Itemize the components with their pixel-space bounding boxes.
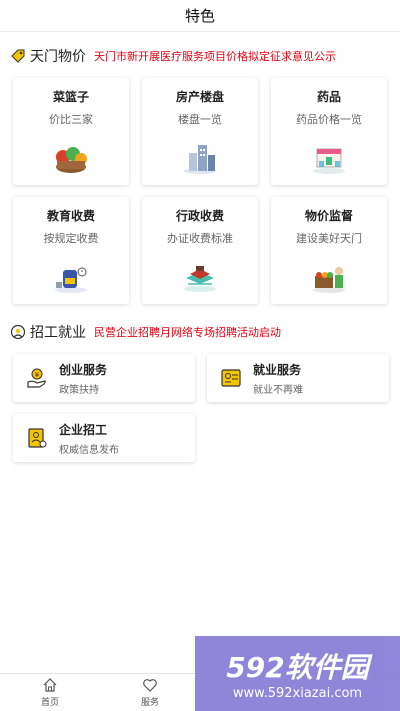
- card-subtitle: 就业不再难: [253, 384, 303, 396]
- card-title: 就业服务: [253, 362, 302, 377]
- card-title: 创业服务: [59, 362, 108, 377]
- card-subtitle: 政策扶持: [59, 384, 99, 396]
- card-text: 就业服务 就业不再难: [253, 361, 303, 396]
- card-subtitle: 办证收费标准: [167, 232, 233, 245]
- home-icon: [43, 678, 57, 692]
- svg-text:¥: ¥: [35, 371, 40, 379]
- card-text: 企业招工 权威信息发布: [59, 421, 119, 456]
- card-title: 菜篮子: [52, 90, 89, 104]
- tab-home[interactable]: 首页: [0, 674, 100, 711]
- card-title: 教育收费: [46, 209, 95, 223]
- card-enterprise-recruitment[interactable]: 企业招工 权威信息发布: [13, 414, 195, 462]
- card-subtitle: 按规定收费: [43, 232, 99, 245]
- watermark-url: www.592xiazai.com: [232, 686, 363, 701]
- card-title: 药品: [316, 90, 341, 104]
- market-stall-icon: [313, 267, 345, 293]
- card-subtitle: 药品价格一览: [296, 113, 362, 126]
- card-price-supervision[interactable]: 物价监督 建设美好天门: [271, 197, 387, 304]
- jobs-notice-link[interactable]: 民营企业招聘月网络专场招聘活动启动: [94, 324, 281, 340]
- tab-label: 首页: [40, 698, 59, 708]
- card-subtitle: 楼盘一览: [178, 113, 222, 126]
- watermark: 592软件园 www.592xiazai.com: [195, 636, 400, 711]
- card-title: 企业招工: [59, 422, 108, 437]
- card-administrative-fees[interactable]: 行政收费 办证收费标准: [142, 197, 258, 304]
- card-education-fees[interactable]: 教育收费 按规定收费: [13, 197, 129, 304]
- prices-section-title: 天门物价: [30, 49, 86, 65]
- card-subtitle: 权威信息发布: [59, 444, 119, 456]
- heart-icon: [143, 679, 157, 692]
- school-bag-icon: [55, 267, 87, 293]
- page-title: 特色: [184, 7, 215, 25]
- money-hand-icon: ¥: [27, 368, 46, 388]
- job-person-icon: [10, 324, 26, 340]
- card-medicine[interactable]: 药品 药品价格一览: [271, 78, 387, 185]
- card-real-estate[interactable]: 房产楼盘 楼盘一览: [142, 78, 258, 185]
- tab-label: 服务: [140, 698, 159, 708]
- jobs-section-title: 招工就业: [30, 325, 86, 341]
- card-subtitle: 建设美好天门: [296, 232, 362, 245]
- vegetable-basket-icon: [56, 147, 87, 173]
- card-title: 房产楼盘: [175, 90, 224, 104]
- prices-notice-link[interactable]: 天门市新开展医疗服务项目价格拟定征求意见公示: [94, 48, 336, 64]
- jobs-section-header: 招工就业 民营企业招聘月网络专场招聘活动启动: [0, 318, 400, 346]
- card-employment-service[interactable]: 就业服务 就业不再难: [207, 354, 389, 402]
- card-title: 物价监督: [304, 209, 353, 223]
- card-vegetable-basket[interactable]: 菜篮子 价比三家: [13, 78, 129, 185]
- pharmacy-icon: [313, 148, 345, 174]
- prices-grid: 菜篮子 价比三家 房产楼盘 楼盘一览 药品 药品价格一览 教育收费 按规定收费 …: [0, 70, 400, 304]
- tab-service[interactable]: 服务: [100, 674, 200, 711]
- card-title: 行政收费: [175, 209, 224, 223]
- prices-section-header: 天门物价 天门市新开展医疗服务项目价格拟定征求意见公示: [0, 42, 400, 70]
- price-tag-icon: [10, 48, 26, 64]
- recruit-doc-icon: [28, 428, 47, 448]
- admin-office-icon: [184, 266, 216, 292]
- top-bar: 特色: [0, 0, 400, 32]
- card-text: 创业服务 政策扶持: [59, 361, 107, 396]
- id-card-icon: [221, 369, 241, 387]
- watermark-brand: 592软件园: [226, 651, 369, 684]
- card-entrepreneurship-service[interactable]: ¥ 创业服务 政策扶持: [13, 354, 195, 402]
- buildings-icon: [184, 145, 216, 174]
- jobs-grid: ¥ 创业服务 政策扶持 就业服务 就业不再难 企业招工 权威信息发布: [0, 346, 400, 462]
- card-subtitle: 价比三家: [49, 113, 93, 126]
